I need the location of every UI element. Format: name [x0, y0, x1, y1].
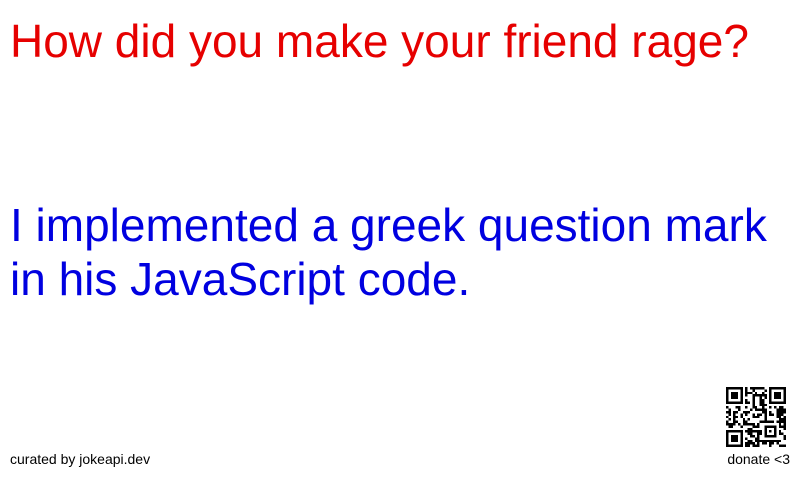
joke-delivery: I implemented a greek question mark in h… — [10, 199, 767, 305]
joke-setup: How did you make your friend rage? — [10, 15, 749, 67]
curator-credit: curated by jokeapi.dev — [10, 451, 151, 467]
joke-card: How did you make your friend rage? I imp… — [0, 0, 800, 480]
donate-link[interactable]: donate <3 — [727, 451, 790, 467]
qr-code-icon[interactable] — [726, 387, 786, 447]
